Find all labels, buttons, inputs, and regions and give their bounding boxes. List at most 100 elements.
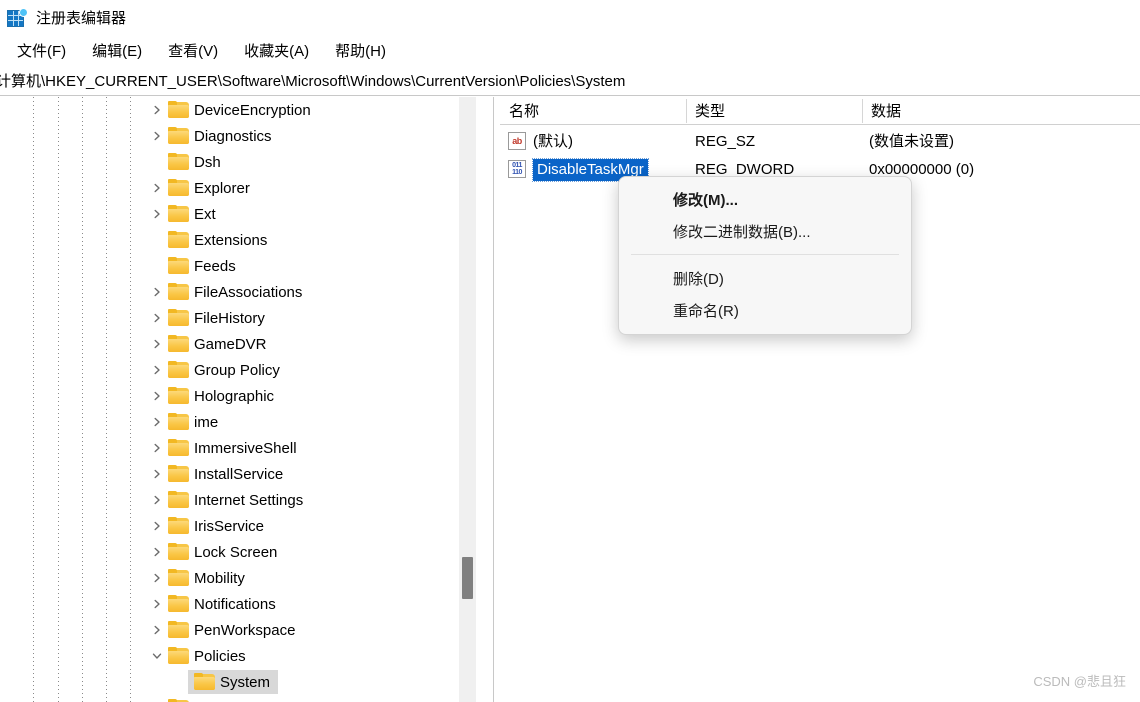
chevron-right-icon[interactable] bbox=[150, 441, 164, 455]
tree-item-explorer[interactable]: Explorer bbox=[0, 175, 476, 201]
folder-icon bbox=[168, 101, 190, 119]
column-name[interactable]: 名称 bbox=[500, 97, 686, 124]
chevron-right-icon[interactable] bbox=[150, 103, 164, 117]
tree-item-label: Holographic bbox=[194, 387, 275, 405]
tree-item-label: Extensions bbox=[194, 231, 268, 249]
chevron-right-icon[interactable] bbox=[150, 181, 164, 195]
chevron-right-icon[interactable] bbox=[150, 545, 164, 559]
tree-item-lock-screen[interactable]: Lock Screen bbox=[0, 539, 476, 565]
tree-scrollbar[interactable] bbox=[459, 97, 476, 702]
chevron-right-icon[interactable] bbox=[150, 493, 164, 507]
folder-icon bbox=[168, 335, 190, 353]
tree-item-mobility[interactable]: Mobility bbox=[0, 565, 476, 591]
registry-tree-pane[interactable]: DeviceEncryption Diagnostics Dsh Explorer Ex… bbox=[0, 97, 476, 702]
tree-item-penworkspace[interactable]: PenWorkspace bbox=[0, 617, 476, 643]
tree-item-installservice[interactable]: InstallService bbox=[0, 461, 476, 487]
values-list-header: 名称 类型 数据 bbox=[500, 97, 1140, 125]
menu-file[interactable]: 文件(F) bbox=[4, 41, 79, 62]
tree-item-label: Policies bbox=[194, 647, 246, 665]
chevron-right-icon[interactable] bbox=[150, 363, 164, 377]
tree-item-group-policy[interactable]: Group Policy bbox=[0, 357, 476, 383]
tree-item-gamedvr[interactable]: GameDVR bbox=[0, 331, 476, 357]
folder-icon bbox=[168, 309, 190, 327]
menu-view[interactable]: 查看(V) bbox=[155, 41, 231, 62]
menu-help[interactable]: 帮助(H) bbox=[322, 41, 399, 62]
chevron-right-icon[interactable] bbox=[150, 571, 164, 585]
tree-item-notifications[interactable]: Notifications bbox=[0, 591, 476, 617]
content-panes: DeviceEncryption Diagnostics Dsh Explorer Ex… bbox=[0, 97, 1140, 702]
tree-item-label: Explorer bbox=[194, 179, 250, 197]
folder-icon bbox=[194, 673, 216, 691]
tree-item-dsh[interactable]: Dsh bbox=[0, 149, 476, 175]
chevron-right-icon[interactable] bbox=[150, 311, 164, 325]
folder-icon bbox=[168, 413, 190, 431]
value-type: REG_DWORD bbox=[695, 161, 795, 178]
address-bar[interactable]: 计算机\HKEY_CURRENT_USER\Software\Microsoft… bbox=[0, 66, 1140, 96]
reg-sz-icon: ab bbox=[508, 132, 526, 150]
chevron-right-icon[interactable] bbox=[150, 285, 164, 299]
menu-edit[interactable]: 编辑(E) bbox=[79, 41, 155, 62]
watermark: CSDN @悲且狂 bbox=[1033, 674, 1126, 689]
menu-bar: 文件(F) 编辑(E) 查看(V) 收藏夹(A) 帮助(H) bbox=[0, 36, 1140, 66]
tree-item-label: DeviceEncryption bbox=[194, 101, 311, 119]
tree-item-extensions[interactable]: Extensions bbox=[0, 227, 476, 253]
ctx-rename[interactable]: 重命名(R) bbox=[619, 294, 911, 326]
tree-item-ext[interactable]: Ext bbox=[0, 201, 476, 227]
reg-dword-icon: 011 110 bbox=[508, 160, 526, 178]
folder-icon bbox=[168, 439, 190, 457]
chevron-right-icon[interactable] bbox=[150, 129, 164, 143]
tree-item-label: Feeds bbox=[194, 257, 236, 275]
tree-item-ime[interactable]: ime bbox=[0, 409, 476, 435]
chevron-right-icon[interactable] bbox=[150, 597, 164, 611]
folder-icon bbox=[168, 231, 190, 249]
ctx-modify[interactable]: 修改(M)... bbox=[619, 183, 911, 215]
value-data: 0x00000000 (0) bbox=[869, 161, 975, 178]
title-bar: 注册表编辑器 bbox=[0, 0, 1140, 36]
tree-item-label: InstallService bbox=[194, 465, 284, 483]
folder-icon bbox=[168, 491, 190, 509]
tree-item-deviceencryption[interactable]: DeviceEncryption bbox=[0, 97, 476, 123]
folder-icon bbox=[168, 647, 190, 665]
tree-item-irisservice[interactable]: IrisService bbox=[0, 513, 476, 539]
tree-item-feeds[interactable]: Feeds bbox=[0, 253, 476, 279]
tree-item-system[interactable]: System bbox=[0, 669, 476, 695]
tree-item-fileassociations[interactable]: FileAssociations bbox=[0, 279, 476, 305]
value-name: (默认) bbox=[533, 133, 573, 150]
pane-splitter[interactable] bbox=[493, 97, 499, 702]
tree-item-internet-settings[interactable]: Internet Settings bbox=[0, 487, 476, 513]
tree-item-partial[interactable] bbox=[0, 695, 476, 702]
tree-item-diagnostics[interactable]: Diagnostics bbox=[0, 123, 476, 149]
tree-scrollbar-thumb[interactable] bbox=[462, 557, 473, 599]
tree-item-label: Mobility bbox=[194, 569, 245, 587]
value-row[interactable]: ab (默认) REG_SZ (数值未设置) bbox=[500, 128, 1140, 155]
column-data[interactable]: 数据 bbox=[862, 97, 1140, 124]
chevron-right-icon[interactable] bbox=[150, 389, 164, 403]
menu-favorites[interactable]: 收藏夹(A) bbox=[231, 41, 322, 62]
folder-icon bbox=[168, 361, 190, 379]
tree-item-policies[interactable]: Policies bbox=[0, 643, 476, 669]
tree-item-label: FileAssociations bbox=[194, 283, 303, 301]
context-menu-separator bbox=[631, 254, 899, 255]
folder-icon bbox=[168, 387, 190, 405]
tree-item-filehistory[interactable]: FileHistory bbox=[0, 305, 476, 331]
tree-item-holographic[interactable]: Holographic bbox=[0, 383, 476, 409]
folder-icon bbox=[168, 127, 190, 145]
context-menu[interactable]: 修改(M)... 修改二进制数据(B)... 删除(D) 重命名(R) bbox=[618, 176, 912, 335]
chevron-right-icon[interactable] bbox=[150, 207, 164, 221]
chevron-down-icon[interactable] bbox=[150, 649, 164, 663]
column-type[interactable]: 类型 bbox=[686, 97, 862, 124]
folder-icon bbox=[168, 153, 190, 171]
chevron-right-icon[interactable] bbox=[150, 415, 164, 429]
chevron-right-icon[interactable] bbox=[150, 519, 164, 533]
registry-editor-icon bbox=[7, 8, 28, 28]
tree-item-immersiveshell[interactable]: ImmersiveShell bbox=[0, 435, 476, 461]
chevron-right-icon[interactable] bbox=[150, 623, 164, 637]
chevron-right-icon[interactable] bbox=[150, 467, 164, 481]
ctx-delete[interactable]: 删除(D) bbox=[619, 262, 911, 294]
folder-icon bbox=[168, 179, 190, 197]
tree-item-label: ime bbox=[194, 413, 219, 431]
tree-item-label: Ext bbox=[194, 205, 216, 223]
ctx-modify-binary[interactable]: 修改二进制数据(B)... bbox=[619, 215, 911, 247]
chevron-right-icon[interactable] bbox=[150, 337, 164, 351]
registry-tree: DeviceEncryption Diagnostics Dsh Explorer Ex… bbox=[0, 97, 476, 702]
